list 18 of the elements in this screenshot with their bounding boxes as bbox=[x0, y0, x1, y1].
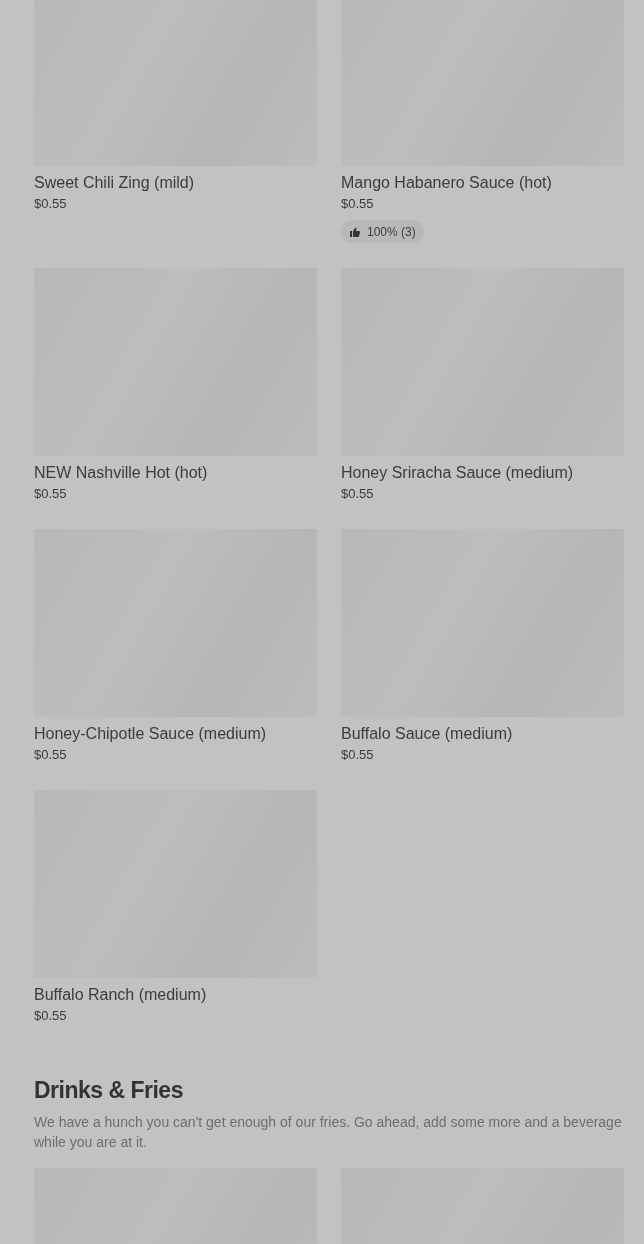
item-price: $0.55 bbox=[34, 1007, 68, 1025]
item-name[interactable]: Honey-Chipotle Sauce (medium) bbox=[34, 723, 317, 745]
item-name[interactable]: Honey Sriracha Sauce (medium) bbox=[341, 462, 624, 484]
item-price: $0.55 bbox=[34, 485, 68, 503]
item-price: $0.55 bbox=[34, 195, 68, 213]
item-price: $0.55 bbox=[341, 746, 375, 764]
item-name[interactable]: Mango Habanero Sauce (hot) bbox=[341, 172, 624, 194]
thumbs-up-icon bbox=[349, 225, 361, 238]
item-name[interactable]: Buffalo Sauce (medium) bbox=[341, 723, 624, 745]
rating-badge: 100% (3) bbox=[341, 220, 424, 243]
section-title: Drinks & Fries bbox=[34, 1076, 184, 1104]
item-price: $0.55 bbox=[341, 195, 375, 213]
item-name[interactable]: Buffalo Ranch (medium) bbox=[34, 984, 317, 1006]
item-name[interactable]: Sweet Chili Zing (mild) bbox=[34, 172, 317, 194]
item-price: $0.55 bbox=[34, 746, 68, 764]
item-price: $0.55 bbox=[341, 485, 375, 503]
section-description: We have a hunch you can't get enough of our fries. Go ahead, add some more and a beverage while you are at it. bbox=[34, 1113, 623, 1152]
item-name[interactable]: NEW Nashville Hot (hot) bbox=[34, 462, 317, 484]
